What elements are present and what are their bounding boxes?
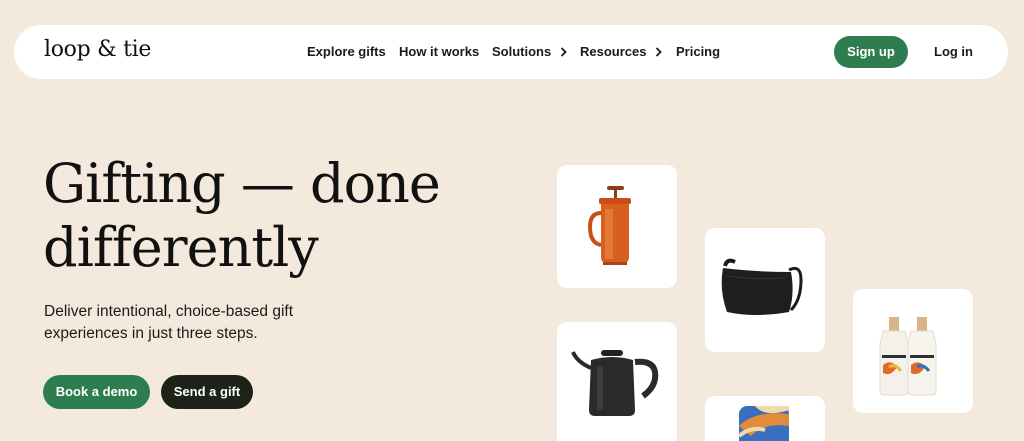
nav-how-it-works[interactable]: How it works (399, 44, 479, 59)
nav-explore-gifts[interactable]: Explore gifts (307, 44, 386, 59)
product-card-colorful-box[interactable] (705, 396, 825, 441)
top-navbar: loop & tie Explore gifts How it works So… (14, 25, 1008, 79)
chevron-right-icon (560, 47, 567, 57)
french-press-icon (587, 186, 631, 265)
book-demo-button[interactable]: Book a demo (43, 375, 150, 409)
nav-how-it-works-label: How it works (399, 44, 480, 59)
nav-pricing-label: Pricing (676, 44, 721, 59)
send-gift-button[interactable]: Send a gift (161, 375, 253, 409)
log-in-link[interactable]: Log in (934, 44, 973, 59)
nav-solutions-label: Solutions (492, 44, 552, 59)
nav-solutions[interactable]: Solutions (492, 44, 567, 59)
product-card-shoulder-bag[interactable] (705, 228, 825, 352)
chevron-right-icon (655, 47, 662, 57)
shoulder-bag-icon (721, 258, 803, 315)
olive-oil-bottles-icon (879, 317, 937, 396)
kettle-icon (571, 350, 659, 416)
nav-explore-gifts-label: Explore gifts (307, 44, 386, 59)
hero-title: Gifting — done differently (43, 152, 523, 280)
nav-resources[interactable]: Resources (580, 44, 662, 59)
hero-title-line2: differently (43, 216, 319, 279)
colorful-box-icon (737, 406, 789, 441)
sign-up-button[interactable]: Sign up (834, 36, 908, 68)
product-card-french-press[interactable] (557, 165, 677, 288)
product-card-olive-oil[interactable] (853, 289, 973, 413)
brand-logo[interactable]: loop & tie (44, 37, 151, 62)
nav-pricing[interactable]: Pricing (676, 44, 720, 59)
hero-title-line1: Gifting — done (43, 152, 441, 215)
nav-resources-label: Resources (580, 44, 647, 59)
product-card-kettle[interactable] (557, 322, 677, 441)
hero-subtitle: Deliver intentional, choice-based gift e… (44, 303, 293, 342)
